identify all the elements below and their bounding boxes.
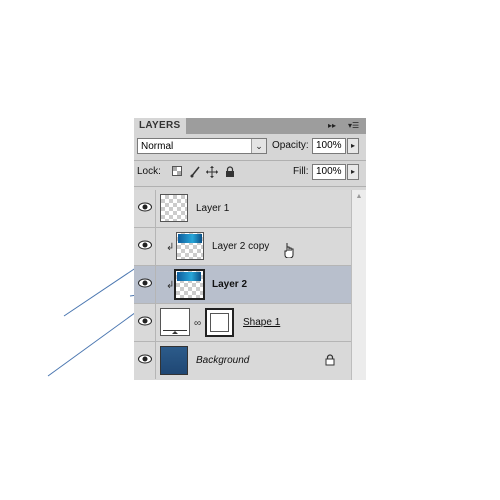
layer-name[interactable]: Layer 1 [196,203,229,215]
blend-mode-select[interactable]: Normal ⌄ [137,138,267,154]
layers-panel: LAYERS ▸▸ ▾☰ Normal ⌄ Opacity: 100% ▸ Lo… [134,118,366,380]
hand-cursor-icon [284,243,294,258]
lock-transparent-pixels-icon[interactable] [171,166,183,178]
visibility-eye-icon[interactable] [134,228,156,265]
layer-thumbnail [160,194,188,222]
layer-row-layer-1[interactable]: Layer 1 [134,190,351,228]
layer-row-shape-1[interactable]: ∞ Shape 1 [134,304,351,342]
fill-slider-button[interactable]: ▸ [347,164,359,180]
blend-mode-value: Normal [141,141,174,152]
lock-position-icon[interactable] [206,166,218,178]
layer-row-layer-2-copy[interactable]: ↲ Layer 2 copy [134,228,351,266]
panel-tab-bar: LAYERS ▸▸ ▾☰ [134,118,366,134]
opacity-label: Opacity: [272,140,309,151]
fill-input[interactable]: 100% [312,164,346,180]
layers-scrollbar[interactable]: ▲ [351,190,366,380]
opacity-input[interactable]: 100% [312,138,346,154]
layer-thumbnail [160,346,188,375]
divider [134,160,366,161]
scroll-up-icon[interactable]: ▲ [354,192,364,202]
visibility-eye-icon[interactable] [134,342,156,379]
layer-thumbnail [176,232,204,260]
layer-thumbnail [174,269,205,300]
layer-name[interactable]: Layer 2 copy [212,241,269,253]
clipping-mask-arrow-icon: ↲ [166,242,175,253]
link-icon[interactable]: ∞ [194,318,201,330]
visibility-eye-icon[interactable] [134,304,156,341]
collapse-icon[interactable]: ▸▸ [328,120,336,132]
lock-image-pixels-icon[interactable] [189,166,201,178]
lock-all-icon[interactable] [224,166,236,178]
layers-tab[interactable]: LAYERS [134,118,186,134]
chevron-down-icon[interactable]: ⌄ [251,139,266,153]
layer-list: Layer 1 ↲ Layer 2 copy ↲ Layer 2 ∞ Shape… [134,190,366,380]
lock-icon [325,354,335,366]
layer-name[interactable]: Shape 1 [243,317,280,329]
layer-row-background[interactable]: Background [134,342,351,380]
vector-mask-thumbnail [205,308,234,337]
lock-label: Lock: [137,166,161,177]
visibility-eye-icon[interactable] [134,190,156,227]
blend-row: Normal ⌄ Opacity: 100% ▸ [134,136,366,158]
fill-label: Fill: [293,166,309,177]
opacity-slider-button[interactable]: ▸ [347,138,359,154]
layer-name[interactable]: Background [196,355,249,367]
shape-fill-thumbnail [160,308,190,336]
layer-name[interactable]: Layer 2 [212,279,247,291]
layer-row-layer-2[interactable]: ↲ Layer 2 [134,266,351,304]
divider [134,186,366,187]
visibility-eye-icon[interactable] [134,266,156,303]
panel-menu-icon[interactable]: ▾☰ [348,120,359,132]
